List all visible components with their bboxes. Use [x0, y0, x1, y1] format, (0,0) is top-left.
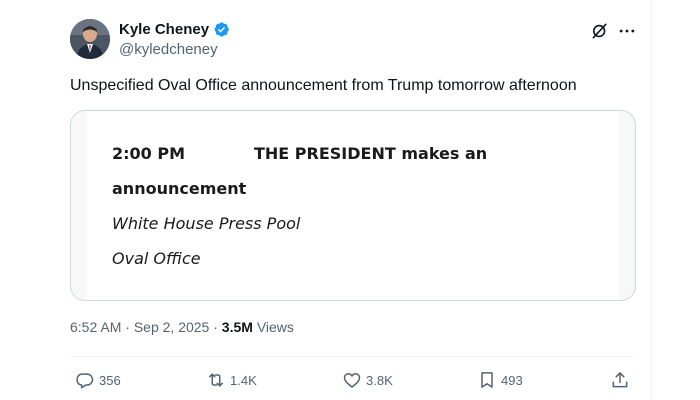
verified-badge-icon	[214, 22, 229, 37]
tweet-text: Unspecified Oval Office announcement fro…	[70, 77, 577, 94]
like-icon	[343, 373, 361, 388]
views-label: Views	[256, 319, 294, 335]
reply-button[interactable]: 356	[75, 370, 121, 390]
reply-icon	[76, 373, 94, 389]
tweet-meta: 6:52 AM · Sep 2, 2025 · 3.5M Views	[70, 319, 294, 335]
repost-icon	[209, 373, 223, 387]
divider	[70, 356, 634, 357]
bookmark-icon	[481, 372, 493, 388]
schedule-event-line1: THE PRESIDENT makes an	[254, 144, 488, 163]
column-divider	[651, 0, 652, 400]
bookmark-count: 493	[501, 372, 523, 388]
tweet-date[interactable]: Sep 2, 2025	[134, 319, 210, 335]
avatar-photo	[70, 19, 110, 59]
schedule-location: Oval Office	[112, 249, 201, 268]
schedule-image: 2:00 PM THE PRESIDENT makes an announcem…	[87, 111, 619, 300]
repost-button[interactable]: 1.4K	[206, 370, 257, 390]
reply-count: 356	[99, 372, 121, 388]
share-icon	[612, 372, 628, 388]
meta-separator: ·	[125, 319, 130, 335]
tweet-media-card[interactable]: 2:00 PM THE PRESIDENT makes an announcem…	[70, 110, 636, 301]
repost-count: 1.4K	[230, 372, 257, 388]
more-icon[interactable]	[617, 21, 637, 41]
grok-icon[interactable]	[590, 21, 610, 41]
views-count: 3.5M	[221, 319, 253, 335]
tweet-time[interactable]: 6:52 AM	[70, 319, 121, 335]
bookmark-button[interactable]: 493	[477, 370, 523, 390]
schedule-event-line2: announcement	[112, 179, 247, 198]
author-handle[interactable]: @kyledcheney	[119, 41, 218, 58]
share-button[interactable]	[610, 370, 630, 390]
author-display-name[interactable]: Kyle Cheney	[119, 21, 209, 38]
meta-separator: ·	[213, 319, 218, 335]
author-name-row[interactable]: Kyle Cheney	[119, 21, 230, 38]
like-button[interactable]: 3.8K	[342, 370, 393, 390]
schedule-coverage: White House Press Pool	[112, 214, 301, 233]
avatar[interactable]	[70, 19, 110, 59]
schedule-time: 2:00 PM	[112, 144, 186, 163]
like-count: 3.8K	[366, 372, 393, 388]
